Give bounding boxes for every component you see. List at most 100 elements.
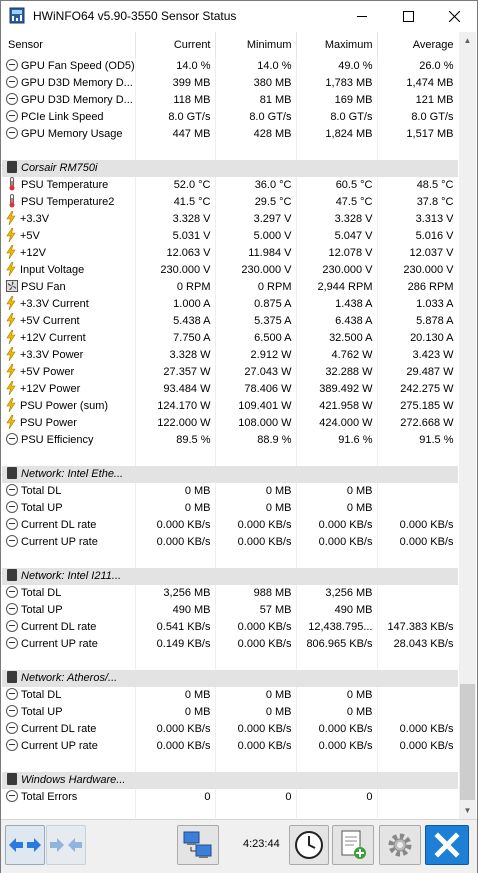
sensor-row[interactable]: Total DL 3,256 MB 988 MB 3,256 MB	[2, 585, 458, 602]
sensor-name-cell[interactable]: +5V	[2, 228, 136, 245]
sensor-name-cell[interactable]: PSU Fan	[2, 279, 136, 296]
sensor-row[interactable]: GPU D3D Memory D... 399 MB 380 MB 1,783 MB 1…	[2, 75, 458, 92]
sensor-row[interactable]: Total DL 0 MB 0 MB 0 MB	[2, 483, 458, 500]
sensor-name-cell[interactable]: PCIe Link Speed	[2, 109, 136, 126]
close-window-button[interactable]	[431, 1, 477, 31]
sensor-name-cell[interactable]: Total DL	[2, 483, 136, 500]
sensor-row[interactable]: Current UP rate 0.000 KB/s 0.000 KB/s 0.000…	[2, 534, 458, 551]
sensor-name-cell[interactable]: Total UP	[2, 704, 136, 721]
sensor-row[interactable]: PSU Fan 0 RPM 0 RPM 2,944 RPM 286 RPM	[2, 279, 458, 296]
minimize-button[interactable]	[339, 1, 385, 31]
sensor-name-cell[interactable]: +12V Power	[2, 381, 136, 398]
sensor-name-cell[interactable]: +5V Power	[2, 364, 136, 381]
sensor-row[interactable]: PSU Temperature 52.0 °C 36.0 °C 60.5 °C 48.5…	[2, 177, 458, 194]
sensor-name-cell[interactable]: Total DL	[2, 585, 136, 602]
sensor-row[interactable]: +3.3V Current 1.000 A 0.875 A 1.438 A 1.033 …	[2, 296, 458, 313]
sensor-row[interactable]: Current DL rate 0.541 KB/s 0.000 KB/s 12,43…	[2, 619, 458, 636]
sensor-name-cell[interactable]: Input Voltage	[2, 262, 136, 279]
sensor-name-cell[interactable]: Current DL rate	[2, 517, 136, 534]
sensor-row[interactable]: GPU Fan Speed (OD5) 14.0 % 14.0 % 49.0 % 26.…	[2, 58, 458, 75]
scroll-up-button[interactable]: ▲	[459, 32, 476, 49]
column-header-current[interactable]: Current	[135, 32, 216, 58]
sensor-name-cell[interactable]: Total UP	[2, 500, 136, 517]
sensor-row[interactable]: +12V 12.063 V 11.984 V 12.078 V 12.037 V	[2, 245, 458, 262]
sensor-group-row[interactable]: Corsair RM750i	[2, 160, 458, 177]
sensor-grid[interactable]: Sensor Current Minimum Maximum Average G…	[2, 32, 458, 818]
group-name-cell[interactable]: Corsair RM750i	[2, 160, 136, 177]
sensor-row[interactable]: GPU D3D Memory D... 118 MB 81 MB 169 MB 121 …	[2, 92, 458, 109]
group-name-cell[interactable]: Windows Hardware...	[2, 772, 136, 789]
column-header-maximum[interactable]: Maximum	[296, 32, 378, 58]
group-name-cell[interactable]: Network: Intel Ethe...	[2, 466, 136, 483]
sensor-name-cell[interactable]: Current UP rate	[2, 534, 136, 551]
sensor-name-cell[interactable]: +3.3V	[2, 211, 136, 228]
sensor-row[interactable]: GPU Memory Usage 447 MB 428 MB 1,824 MB 1,51…	[2, 126, 458, 143]
sensor-name-cell[interactable]: PSU Temperature	[2, 177, 136, 194]
sensor-name-cell[interactable]: GPU D3D Memory D...	[2, 75, 136, 92]
sensor-row[interactable]: PSU Power 122.000 W 108.000 W 424.000 W 272.…	[2, 415, 458, 432]
sensor-name-cell[interactable]: Current UP rate	[2, 738, 136, 755]
group-name-cell[interactable]: Network: Atheros/...	[2, 670, 136, 687]
sensor-name-cell[interactable]: Total DL	[2, 687, 136, 704]
sensor-row[interactable]: +12V Power 93.484 W 78.406 W 389.492 W 242.2…	[2, 381, 458, 398]
close-sensors-button[interactable]	[425, 825, 469, 865]
title-bar[interactable]: HWiNFO64 v5.90-3550 Sensor Status	[1, 1, 477, 31]
sensor-name-cell[interactable]: GPU Fan Speed (OD5)	[2, 58, 136, 75]
column-header-average[interactable]: Average	[377, 32, 458, 58]
column-header-minimum[interactable]: Minimum	[215, 32, 297, 58]
network-button[interactable]	[177, 825, 219, 865]
sensor-row[interactable]: +3.3V Power 3.328 W 2.912 W 4.762 W 3.423 W	[2, 347, 458, 364]
sensor-row[interactable]: Total DL 0 MB 0 MB 0 MB	[2, 687, 458, 704]
sensor-row[interactable]: Current DL rate 0.000 KB/s 0.000 KB/s 0.000…	[2, 517, 458, 534]
sensor-name-cell[interactable]: Current DL rate	[2, 721, 136, 738]
logging-button[interactable]	[332, 825, 374, 865]
sensor-row[interactable]: PCIe Link Speed 8.0 GT/s 8.0 GT/s 8.0 GT/s 8…	[2, 109, 458, 126]
group-empty-cell	[377, 568, 458, 585]
sensor-row[interactable]: Total Errors 0 0 0	[2, 789, 458, 806]
expand-button[interactable]	[5, 825, 45, 865]
sensor-name-cell[interactable]: Current DL rate	[2, 619, 136, 636]
sensor-name-cell[interactable]: GPU D3D Memory D...	[2, 92, 136, 109]
sensor-name-cell[interactable]: +3.3V Power	[2, 347, 136, 364]
collapse-button[interactable]	[46, 825, 86, 865]
sensor-row[interactable]: PSU Power (sum) 124.170 W 109.401 W 421.958…	[2, 398, 458, 415]
vertical-scrollbar[interactable]: ▲ ▼	[459, 32, 476, 819]
sensor-row[interactable]: Input Voltage 230.000 V 230.000 V 230.000 V…	[2, 262, 458, 279]
sensor-row[interactable]: +5V 5.031 V 5.000 V 5.047 V 5.016 V	[2, 228, 458, 245]
sensor-name-cell[interactable]: PSU Power	[2, 415, 136, 432]
sensor-name-cell[interactable]: PSU Power (sum)	[2, 398, 136, 415]
sensor-row[interactable]: +12V Current 7.750 A 6.500 A 32.500 A 20.130…	[2, 330, 458, 347]
sensor-name-cell[interactable]: PSU Efficiency	[2, 432, 136, 449]
sensor-name-cell[interactable]: +5V Current	[2, 313, 136, 330]
sensor-row[interactable]: Total UP 0 MB 0 MB 0 MB	[2, 704, 458, 721]
maximize-button[interactable]	[385, 1, 431, 31]
sensor-name-cell[interactable]: Total UP	[2, 602, 136, 619]
sensor-row[interactable]: +5V Power 27.357 W 27.043 W 32.288 W 29.487 …	[2, 364, 458, 381]
sensor-group-row[interactable]: Network: Atheros/...	[2, 670, 458, 687]
sensor-row[interactable]: Current UP rate 0.000 KB/s 0.000 KB/s 0.000…	[2, 738, 458, 755]
settings-button[interactable]	[379, 825, 421, 865]
sensor-row[interactable]: Total UP 490 MB 57 MB 490 MB	[2, 602, 458, 619]
sensor-row[interactable]: +3.3V 3.328 V 3.297 V 3.328 V 3.313 V	[2, 211, 458, 228]
sensor-row[interactable]: PSU Efficiency 89.5 % 88.9 % 91.6 % 91.5 %	[2, 432, 458, 449]
sensor-name-cell[interactable]: +12V Current	[2, 330, 136, 347]
sensor-row[interactable]: Current DL rate 0.000 KB/s 0.000 KB/s 0.000…	[2, 721, 458, 738]
sensor-row[interactable]: PSU Temperature2 41.5 °C 29.5 °C 47.5 °C 37.…	[2, 194, 458, 211]
column-header-sensor[interactable]: Sensor	[2, 32, 136, 58]
sensor-name-cell[interactable]: +3.3V Current	[2, 296, 136, 313]
sensor-row[interactable]: Current UP rate 0.149 KB/s 0.000 KB/s 806.9…	[2, 636, 458, 653]
sensor-name-cell[interactable]: GPU Memory Usage	[2, 126, 136, 143]
scroll-down-button[interactable]: ▼	[459, 802, 476, 819]
sensor-name-cell[interactable]: PSU Temperature2	[2, 194, 136, 211]
sensor-group-row[interactable]: Network: Intel Ethe...	[2, 466, 458, 483]
sensor-group-row[interactable]: Network: Intel I211...	[2, 568, 458, 585]
sensor-name-cell[interactable]: Total Errors	[2, 789, 136, 806]
sensor-name-cell[interactable]: +12V	[2, 245, 136, 262]
sensor-row[interactable]: +5V Current 5.438 A 5.375 A 6.438 A 5.878 A	[2, 313, 458, 330]
sensor-row[interactable]: Total UP 0 MB 0 MB 0 MB	[2, 500, 458, 517]
sensor-name-cell[interactable]: Current UP rate	[2, 636, 136, 653]
sensor-group-row[interactable]: Windows Hardware...	[2, 772, 458, 789]
group-name-cell[interactable]: Network: Intel I211...	[2, 568, 136, 585]
scroll-thumb[interactable]	[460, 684, 475, 800]
timer-button[interactable]	[289, 825, 329, 865]
